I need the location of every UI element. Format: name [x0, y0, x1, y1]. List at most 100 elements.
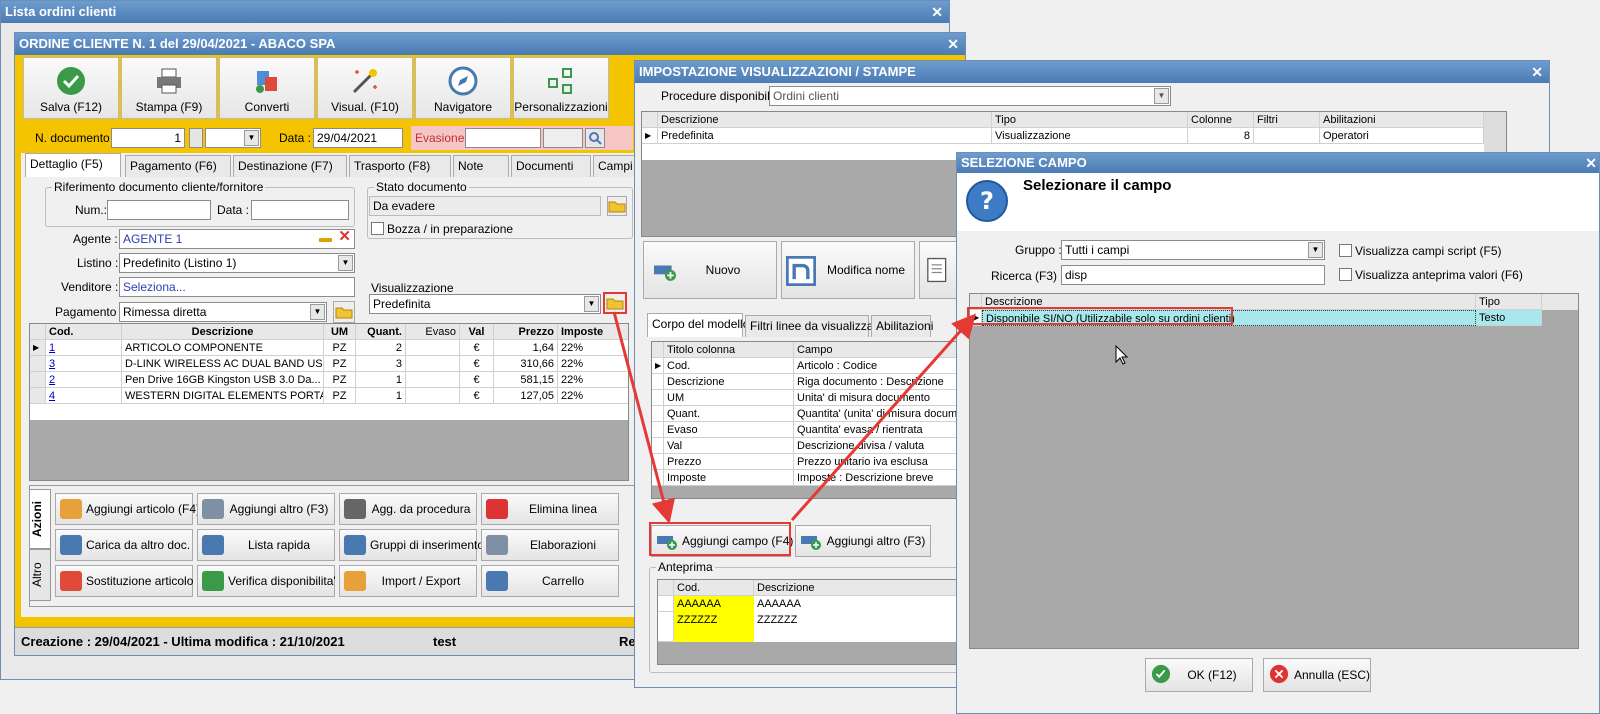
col-quant[interactable]: Quant. — [356, 324, 406, 340]
proc-combo[interactable]: Ordini clienti ▼ — [769, 86, 1171, 106]
col-titolo[interactable]: Titolo colonna — [664, 342, 794, 358]
nuovo-button[interactable]: Nuovo — [643, 241, 777, 299]
row-indicator[interactable]: ▶ — [652, 358, 664, 374]
tab-campi[interactable]: Campi a — [593, 155, 637, 177]
line-cell[interactable]: 2 — [46, 372, 122, 388]
col-prezzo[interactable]: Prezzo — [494, 324, 558, 340]
col-um[interactable]: UM — [324, 324, 356, 340]
ndoc-series-combo[interactable]: ▼ — [205, 128, 261, 148]
bozza-checkbox[interactable] — [371, 222, 384, 235]
tab-dettaglio[interactable]: Dettaglio (F5) — [25, 153, 121, 177]
chevron-down-icon[interactable]: ▼ — [584, 296, 599, 312]
action-button[interactable]: Carrello — [481, 565, 619, 597]
row-indicator[interactable] — [652, 438, 664, 454]
row-indicator[interactable] — [30, 356, 46, 372]
table-row[interactable]: Quant.Quantita' (unita' di misura docume… — [652, 406, 956, 422]
pagamento-folder-button[interactable] — [333, 301, 355, 323]
close-icon[interactable]: ✕ — [931, 1, 943, 23]
action-button[interactable]: Import / Export — [339, 565, 477, 597]
aggiungi-altro-button[interactable]: Aggiungi altro (F3) — [795, 525, 931, 557]
side-tab-altro[interactable]: Altro — [29, 549, 51, 601]
impost-titlebar[interactable]: IMPOSTAZIONE VISUALIZZAZIONI / STAMPE ✕ — [635, 61, 1549, 83]
col-model-tipo[interactable]: Tipo — [992, 112, 1188, 128]
evasione-field[interactable] — [465, 128, 541, 148]
table-row[interactable]: Val Descrizione divisa / valuta — [652, 438, 956, 454]
row-indicator[interactable] — [652, 470, 664, 486]
copy-button[interactable] — [919, 241, 959, 299]
col-val[interactable]: Val — [460, 324, 494, 340]
gruppo-combo[interactable]: Tutti i campi ▼ — [1061, 240, 1325, 260]
table-row[interactable] — [30, 404, 628, 420]
folder-icon[interactable]: ▬ — [319, 230, 332, 247]
list-window-titlebar[interactable]: Lista ordini clienti ✕ — [1, 1, 949, 23]
col-model-descrizione[interactable]: Descrizione — [658, 112, 992, 128]
col-imposte[interactable]: Imposte — [558, 324, 628, 340]
row-indicator[interactable] — [652, 406, 664, 422]
col-field-tipo[interactable]: Tipo — [1476, 294, 1542, 310]
pagamento-combo[interactable]: Rimessa diretta ▼ — [119, 302, 327, 322]
col-descrizione[interactable]: Descrizione — [122, 324, 324, 340]
row-indicator[interactable] — [652, 390, 664, 406]
row-indicator[interactable] — [652, 422, 664, 438]
visual-folder-button[interactable] — [603, 292, 627, 314]
col-model-filtri[interactable]: Filtri — [1254, 112, 1320, 128]
print-button[interactable]: Stampa (F9) — [121, 57, 217, 119]
row-indicator[interactable]: ▶ — [30, 340, 46, 356]
col-cod[interactable]: Cod. — [46, 324, 122, 340]
date-field[interactable]: 29/04/2021 — [313, 128, 403, 148]
stato-folder-button[interactable] — [607, 196, 627, 216]
tab-trasporto[interactable]: Trasporto (F8) — [349, 155, 451, 177]
chevron-down-icon[interactable]: ▼ — [1154, 88, 1169, 104]
line-cell[interactable]: 1 — [46, 340, 122, 356]
row-indicator[interactable] — [30, 372, 46, 388]
action-button[interactable]: Sostituzione articolo — [55, 565, 193, 597]
chevron-down-icon[interactable]: ▼ — [310, 304, 325, 320]
line-cell[interactable]: 3 — [46, 356, 122, 372]
row-indicator[interactable] — [652, 374, 664, 390]
evasione-time-field[interactable] — [543, 128, 583, 148]
table-row[interactable]: ▶ 1 ARTICOLO COMPONENTE PZ 2 €1,64 22% — [30, 340, 628, 356]
table-row[interactable]: Imposte Imposte : Descrizione breve — [652, 470, 956, 486]
row-indicator[interactable] — [652, 454, 664, 470]
action-button[interactable]: Verifica disponibilita' — [197, 565, 336, 597]
table-row[interactable]: Descrizione Riga documento : Descrizione — [652, 374, 956, 390]
modifica-nome-button[interactable]: Modifica nome — [781, 241, 915, 299]
agente-field[interactable]: AGENTE 1 ▬ ✕ — [119, 229, 355, 249]
table-row[interactable]: 2 Pen Drive 16GB Kingston USB 3.0 Da... PZ… — [30, 372, 628, 388]
action-button[interactable]: Agg. da procedura — [339, 493, 477, 525]
tab-filtri[interactable]: Filtri linee da visualizzare — [745, 315, 884, 337]
tab-note[interactable]: Note — [453, 155, 509, 177]
order-titlebar[interactable]: ORDINE CLIENTE N. 1 del 29/04/2021 - ABA… — [15, 33, 965, 55]
close-icon[interactable]: ✕ — [1585, 153, 1597, 173]
clear-icon[interactable]: ✕ — [338, 230, 351, 246]
search-button[interactable] — [585, 128, 605, 148]
customize-button[interactable]: Personalizzazioni — [513, 57, 609, 119]
tab-abilitazioni[interactable]: Abilitazioni — [871, 315, 933, 337]
col-campo[interactable]: Campo — [794, 342, 956, 358]
col-evaso[interactable]: Evaso — [406, 324, 460, 340]
chevron-down-icon[interactable]: ▼ — [1308, 242, 1323, 258]
venditore-field[interactable]: Seleziona... — [119, 277, 355, 297]
table-row[interactable]: ▶ Predefinita Visualizzazione 8 Operator… — [642, 128, 1484, 144]
save-button[interactable]: Salva (F12) — [23, 57, 119, 119]
table-row[interactable]: 4 WESTERN DIGITAL ELEMENTS PORTA... PZ 1 €12… — [30, 388, 628, 404]
tab-destinazione[interactable]: Destinazione (F7) — [233, 155, 347, 177]
side-tab-azioni[interactable]: Azioni — [29, 489, 51, 549]
ndoc-field[interactable]: 1 — [111, 128, 185, 148]
action-button[interactable]: Elimina linea — [481, 493, 619, 525]
table-row[interactable]: ▶ Cod. Articolo : Codice — [652, 358, 956, 374]
row-indicator[interactable] — [30, 388, 46, 404]
listino-combo[interactable]: Predefinito (Listino 1) ▼ — [119, 253, 355, 273]
chevron-down-icon[interactable]: ▼ — [338, 255, 353, 271]
col-model-colonne[interactable]: Colonne — [1188, 112, 1254, 128]
line-cell[interactable]: 4 — [46, 388, 122, 404]
action-button[interactable]: Aggiungi altro (F3) — [197, 493, 335, 525]
convert-button[interactable]: Converti — [219, 57, 315, 119]
chevron-down-icon[interactable]: ▼ — [244, 130, 259, 146]
table-row[interactable]: UM Unita' di misura documento — [652, 390, 956, 406]
action-button[interactable]: Lista rapida — [197, 529, 335, 561]
visual-combo[interactable]: Predefinita ▼ — [369, 294, 601, 314]
navigator-button[interactable]: Navigatore — [415, 57, 511, 119]
table-row[interactable]: 3 D-LINK WIRELESS AC DUAL BAND US... PZ 3 €3… — [30, 356, 628, 372]
ricerca-input[interactable]: disp — [1061, 265, 1325, 285]
